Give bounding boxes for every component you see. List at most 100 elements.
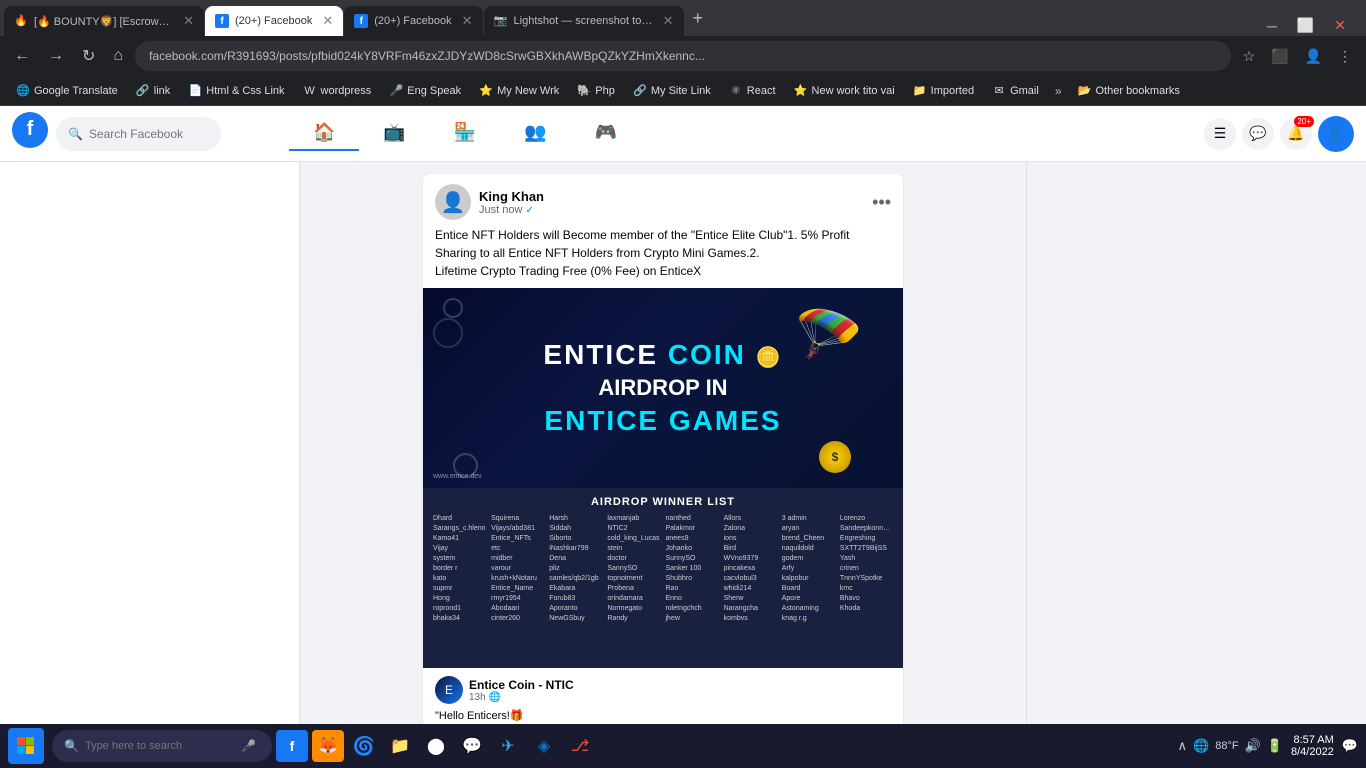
home-button[interactable]: ⌂ — [107, 43, 129, 69]
taskbar-search-input[interactable] — [85, 740, 235, 752]
airdrop-name-item: cacvlobul3 — [722, 574, 779, 583]
subcard-author-info: Entice Coin - NTIC 13h 🌐 — [469, 678, 574, 703]
fb-left-sidebar — [0, 162, 300, 750]
airdrop-name-item: Enno — [664, 594, 721, 603]
address-bar[interactable] — [135, 41, 1230, 71]
extension-button[interactable]: ⬛ — [1265, 44, 1294, 69]
reload-button[interactable]: ↻ — [76, 42, 101, 70]
airdrop-name-item: Bird — [722, 544, 779, 553]
bookmark-google-translate[interactable]: 🌐 Google Translate — [8, 82, 126, 100]
taskbar-edge-icon[interactable]: 🌀 — [348, 730, 380, 762]
airdrop-name-item: Hong — [431, 594, 488, 603]
fb-gaming-icon[interactable]: 🎮 — [571, 116, 641, 151]
menu-button[interactable]: ⋮ — [1332, 44, 1358, 69]
close-button[interactable]: ✕ — [1326, 15, 1354, 36]
bookmark-php[interactable]: 🐘 Php — [569, 82, 623, 100]
airdrop-name-item: 3 admin — [780, 514, 837, 523]
my-new-wrk-icon: ⭐ — [479, 84, 493, 98]
window-controls: ─ ⬜ ✕ — [1259, 15, 1362, 36]
taskbar-firefox-icon[interactable]: 🦊 — [312, 730, 344, 762]
tab-2-close[interactable]: ✕ — [322, 13, 333, 29]
bookmark-button[interactable]: ☆ — [1237, 44, 1262, 69]
tab-2[interactable]: f (20+) Facebook ✕ — [205, 6, 343, 36]
network-icon[interactable]: 🌐 — [1193, 738, 1209, 754]
bookmark-gmail[interactable]: ✉ Gmail — [984, 82, 1047, 100]
bookmark-other[interactable]: 📂 Other bookmarks — [1070, 82, 1188, 100]
taskbar-telegram-icon[interactable]: ✈ — [492, 730, 524, 762]
taskbar-git-icon[interactable]: ⎇ — [564, 730, 596, 762]
time-display: 8:57 AM — [1291, 734, 1334, 746]
fb-notifications-button[interactable]: 🔔 20+ — [1280, 118, 1312, 150]
minimize-button[interactable]: ─ — [1259, 16, 1285, 36]
fb-profile-avatar[interactable]: 👤 — [1318, 116, 1354, 152]
tab-1-close[interactable]: ✕ — [183, 13, 194, 29]
bookmark-eng-speak[interactable]: 🎤 Eng Speak — [381, 82, 469, 100]
airdrop-name-item: aryan — [780, 524, 837, 533]
airdrop-name-item: Dena — [547, 554, 604, 563]
profile-button[interactable]: 👤 — [1299, 44, 1328, 69]
airdrop-name-item: Yash — [838, 554, 895, 563]
airdrop-name-item: SannySO — [605, 564, 662, 573]
fb-watch-icon[interactable]: 📺 — [359, 116, 429, 151]
airdrop-name-item: kmc — [838, 584, 895, 593]
new-tab-button[interactable]: + — [685, 8, 712, 29]
tray-up-arrow[interactable]: ∧ — [1178, 738, 1188, 754]
airdrop-name-item: Vijays/abd381 — [489, 524, 546, 533]
post-card: 👤 King Khan Just now ✓ ••• — [423, 174, 903, 750]
bookmark-react[interactable]: ⚛ React — [721, 82, 784, 100]
windows-logo-icon — [17, 737, 35, 755]
fb-home-icon[interactable]: 🏠 — [289, 116, 359, 151]
taskbar-vscode-icon[interactable]: ◈ — [528, 730, 560, 762]
airdrop-name-item: pincakexa — [722, 564, 779, 573]
airdrop-name-item: Harsh — [547, 514, 604, 523]
forward-button[interactable]: → — [42, 43, 70, 69]
post-menu-button[interactable]: ••• — [872, 192, 891, 213]
tab-4-close[interactable]: ✕ — [663, 13, 674, 29]
fb-search-input[interactable] — [89, 127, 209, 141]
bookmark-link[interactable]: 🔗 link — [128, 82, 179, 100]
entice-coin-image[interactable]: ENTICE COIN 🪙 AIRDROP IN ENTICE GAMES 🪂 — [423, 288, 903, 488]
subcard-name[interactable]: Entice Coin - NTIC — [469, 678, 574, 692]
tab-3[interactable]: f (20+) Facebook ✕ — [344, 6, 482, 36]
clock-display[interactable]: 8:57 AM 8/4/2022 — [1291, 734, 1334, 758]
tab-2-title: (20+) Facebook — [235, 15, 312, 27]
fb-groups-icon[interactable]: 👥 — [500, 116, 570, 151]
bookmarks-more-button[interactable]: » — [1049, 82, 1068, 100]
post-author-name[interactable]: King Khan — [479, 189, 864, 204]
tab-4[interactable]: 📷 Lightshot — screenshot tool for ... ✕ — [484, 6, 684, 36]
taskbar-search-box[interactable]: 🔍 🎤 — [52, 730, 272, 762]
start-button[interactable] — [8, 728, 44, 764]
taskbar-chrome-icon[interactable]: ⬤ — [420, 730, 452, 762]
airdrop-name-item: Zalona — [722, 524, 779, 533]
bookmark-my-new-wrk-label: My New Wrk — [497, 85, 559, 97]
entice-title-1: ENTICE COIN 🪙 — [543, 339, 782, 371]
tab-1[interactable]: 🔥 [🔥 BOUNTY🦁] [Escrowed] Enti... ✕ — [4, 6, 204, 36]
speaker-icon[interactable]: 🔊 — [1245, 738, 1261, 754]
back-button[interactable]: ← — [8, 43, 36, 69]
maximize-button[interactable]: ⬜ — [1289, 15, 1322, 36]
airdrop-name-item: midber — [489, 554, 546, 563]
bookmark-my-site-link[interactable]: 🔗 My Site Link — [625, 82, 719, 100]
bookmark-wordpress[interactable]: W wordpress — [295, 82, 380, 100]
taskbar-files-icon[interactable]: 📁 — [384, 730, 416, 762]
airdrop-winner-list-image[interactable]: AIRDROP WINNER LIST DhardSquirenaHarshla… — [423, 488, 903, 668]
battery-icon[interactable]: 🔋 — [1267, 738, 1283, 754]
taskbar-facebook-icon[interactable]: f — [276, 730, 308, 762]
eng-speak-icon: 🎤 — [389, 84, 403, 98]
fb-menu-button[interactable]: ☰ — [1204, 118, 1236, 150]
entice-title-2: AIRDROP IN — [598, 375, 727, 401]
fb-messenger-button[interactable]: 💬 — [1242, 118, 1274, 150]
airdrop-name-item: Abodaari — [489, 604, 546, 613]
notification-tray-icon[interactable]: 💬 — [1342, 738, 1358, 754]
taskbar-whatsapp-icon[interactable]: 💬 — [456, 730, 488, 762]
bookmark-imported[interactable]: 📁 Imported — [905, 82, 982, 100]
airdrop-name-item: naquildold — [780, 544, 837, 553]
bookmark-new-work-tito[interactable]: ⭐ New work tito vai — [786, 82, 903, 100]
airdrop-name-item: jhew — [664, 614, 721, 623]
fb-marketplace-icon[interactable]: 🏪 — [430, 116, 500, 151]
post-author-avatar: 👤 — [435, 184, 471, 220]
bookmark-html-css[interactable]: 📄 Html & Css Link — [180, 82, 292, 100]
tab-3-close[interactable]: ✕ — [462, 13, 473, 29]
bookmark-my-new-wrk[interactable]: ⭐ My New Wrk — [471, 82, 567, 100]
tab-4-title: Lightshot — screenshot tool for ... — [514, 15, 653, 27]
